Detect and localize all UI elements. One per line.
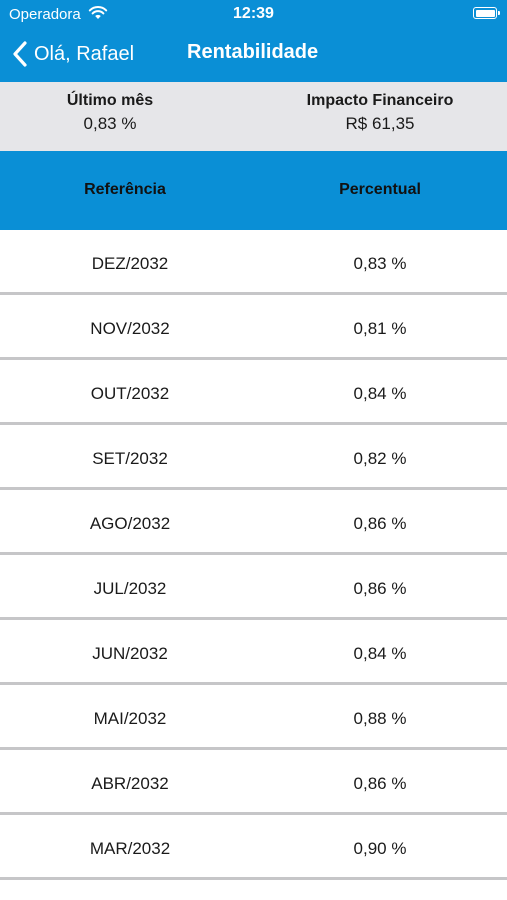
percentual-cell: 0,82 % [353, 449, 407, 468]
percentual-cell: 0,81 % [353, 319, 407, 338]
page-title: Rentabilidade [187, 41, 319, 63]
percentual-cell: 0,86 % [353, 774, 407, 793]
reference-cell: MAR/2032 [89, 839, 171, 858]
table-row: DEZ/2032 0,83 % [0, 230, 507, 295]
table-row: JUL/2032 0,86 % [0, 555, 507, 620]
table-header: Referência Percentual [0, 151, 507, 230]
table-row: MAI/2032 0,88 % [0, 685, 507, 750]
last-month-label: Último mês [66, 92, 154, 109]
reference-cell: OUT/2032 [90, 384, 170, 403]
battery-icon [473, 7, 500, 19]
table-row: MAR/2032 0,90 % [0, 815, 507, 880]
table-row: OUT/2032 0,84 % [0, 360, 507, 425]
reference-cell: ABR/2032 [91, 774, 169, 793]
clock: 12:39 [233, 5, 274, 22]
reference-cell: MAI/2032 [93, 709, 167, 728]
last-month-value: 0,83 % [83, 114, 137, 133]
percentual-cell: 0,88 % [353, 709, 407, 728]
financial-impact-summary: Impacto Financeiro R$ 61,35 [270, 92, 490, 134]
table-row: JUN/2032 0,84 % [0, 620, 507, 685]
table-row: SET/2032 0,82 % [0, 425, 507, 490]
percentual-cell: 0,84 % [353, 644, 407, 663]
reference-cell: AGO/2032 [89, 514, 171, 533]
returns-list[interactable]: DEZ/2032 0,83 % NOV/2032 0,81 % OUT/2032… [0, 230, 507, 880]
percentual-cell: 0,86 % [353, 514, 407, 533]
percentual-cell: 0,84 % [353, 384, 407, 403]
last-month-summary: Último mês 0,83 % [30, 92, 190, 134]
navigation-bar: Olá, Rafael Rentabilidade [0, 28, 507, 82]
percentual-cell: 0,83 % [353, 254, 407, 273]
financial-impact-label: Impacto Financeiro [306, 92, 454, 109]
column-header-reference: Referência [84, 181, 166, 198]
back-button[interactable]: Olá, Rafael [12, 39, 134, 69]
reference-cell: DEZ/2032 [91, 254, 169, 273]
status-bar: Operadora 12:39 [0, 0, 507, 28]
percentual-cell: 0,86 % [353, 579, 407, 598]
table-row: AGO/2032 0,86 % [0, 490, 507, 555]
financial-impact-value: R$ 61,35 [345, 114, 415, 133]
reference-cell: NOV/2032 [90, 319, 170, 338]
summary-panel: Último mês 0,83 % Impacto Financeiro R$ … [0, 82, 507, 151]
chevron-left-icon [13, 41, 27, 67]
reference-cell: JUL/2032 [93, 579, 167, 598]
table-row: NOV/2032 0,81 % [0, 295, 507, 360]
reference-cell: JUN/2032 [92, 644, 168, 663]
table-row: ABR/2032 0,86 % [0, 750, 507, 815]
column-header-percentual: Percentual [339, 181, 421, 198]
reference-cell: SET/2032 [92, 449, 168, 468]
back-button-label: Olá, Rafael [34, 42, 135, 65]
percentual-cell: 0,90 % [353, 839, 407, 858]
